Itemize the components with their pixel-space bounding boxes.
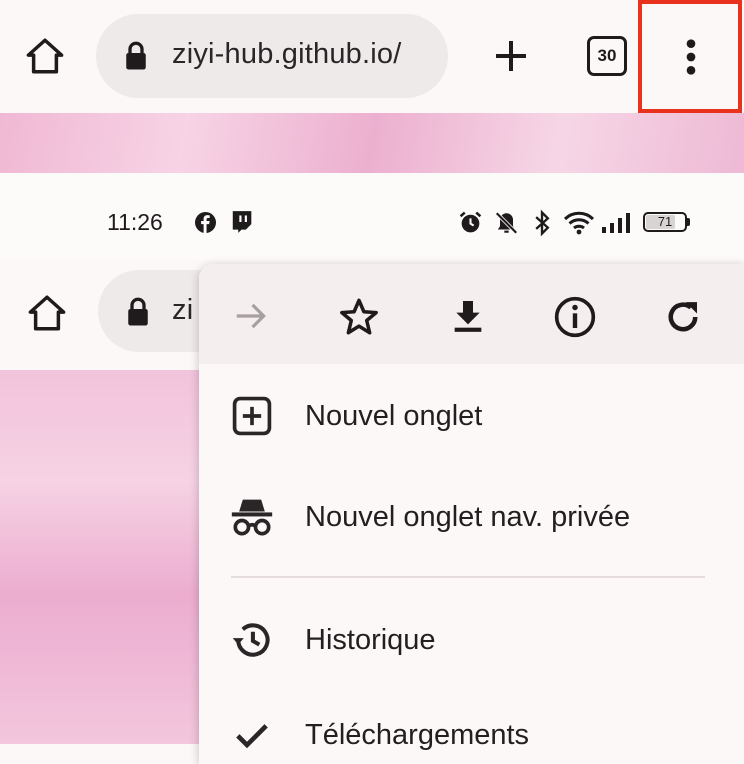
check-icon <box>199 715 305 755</box>
menu-item-history[interactable]: Historique <box>199 594 744 686</box>
incognito-icon <box>199 495 305 539</box>
menu-item-label: Historique <box>305 623 436 656</box>
battery-icon: 71 <box>643 212 690 232</box>
lock-icon <box>126 297 150 327</box>
highlight-box <box>638 0 742 113</box>
signal-icon <box>601 212 633 234</box>
menu-item-label: Téléchargements <box>305 718 530 751</box>
tab-switcher-button[interactable]: 30 <box>587 36 627 76</box>
menu-item-label: Nouvel onglet nav. privée <box>305 500 631 533</box>
new-tab-plus-icon[interactable] <box>491 36 531 76</box>
forward-icon <box>231 297 271 335</box>
facebook-icon <box>195 212 216 233</box>
status-time: 11:26 <box>107 209 163 235</box>
menu-item-incognito[interactable]: Nouvel onglet nav. privée <box>199 471 744 563</box>
overflow-menu: Nouvel onglet Nouvel onglet nav. privée … <box>199 264 744 764</box>
history-icon <box>199 618 305 662</box>
bluetooth-icon <box>533 209 551 237</box>
menu-item-label: Nouvel onglet <box>305 399 483 432</box>
menu-item-downloads[interactable]: Téléchargements <box>199 689 744 764</box>
lock-icon <box>124 41 148 71</box>
address-bar[interactable]: ziyi-hub.github.io/ <box>96 14 448 98</box>
wifi-icon <box>563 211 595 235</box>
download-icon[interactable] <box>448 296 488 336</box>
browser-toolbar: ziyi-hub.github.io/ 30 <box>0 0 744 113</box>
twitch-icon <box>230 210 253 234</box>
page-background-strip <box>0 113 744 173</box>
home-icon[interactable] <box>26 292 68 334</box>
bookmark-star-icon[interactable] <box>338 296 380 338</box>
menu-divider <box>231 576 705 578</box>
url-text: ziyi-hub.github.io/ <box>172 38 402 70</box>
reload-icon[interactable] <box>662 296 704 338</box>
battery-level: 71 <box>657 214 673 229</box>
status-bar: 11:26 71 <box>0 173 744 260</box>
new-tab-icon <box>199 394 305 438</box>
menu-action-row <box>199 264 744 364</box>
home-icon[interactable] <box>24 35 66 77</box>
alarm-icon <box>458 210 483 235</box>
info-icon[interactable] <box>553 295 597 339</box>
menu-item-new-tab[interactable]: Nouvel onglet <box>199 370 744 462</box>
mute-icon <box>493 210 520 236</box>
